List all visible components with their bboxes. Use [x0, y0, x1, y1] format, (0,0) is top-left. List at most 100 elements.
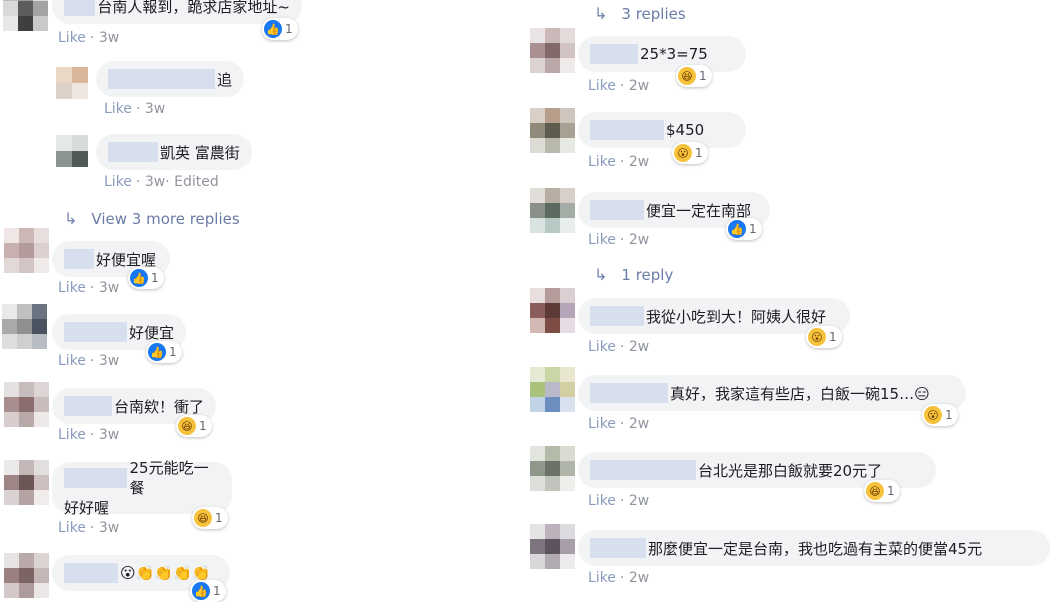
view-more-replies-link[interactable]: ↳ View 3 more replies [64, 209, 240, 228]
blurred-name [64, 396, 112, 416]
timestamp[interactable]: 3w [145, 101, 165, 117]
reaction-badge[interactable]: 👍 1 [726, 218, 762, 240]
like-link[interactable]: Like [58, 30, 86, 46]
blurred-name [590, 120, 664, 140]
like-link[interactable]: Like [58, 520, 86, 536]
blurred-name [590, 200, 644, 220]
reaction-count: 1 [695, 146, 703, 160]
haha-reaction-icon: 😆 [194, 509, 212, 527]
reply-bubble: 凱英 富農街 [96, 134, 252, 170]
more-replies-label: View 3 more replies [91, 209, 240, 228]
reaction-count: 1 [887, 484, 895, 498]
like-reaction-icon: 👍 [130, 269, 148, 287]
comment-meta: Like · 2w [588, 154, 650, 170]
comment-text-line1: 25元能吃一餐 [64, 458, 220, 498]
timestamp[interactable]: 3w [99, 427, 119, 443]
reply-arrow-icon: ↳ [594, 265, 608, 284]
reaction-badge[interactable]: 😆 1 [176, 415, 212, 437]
comment-bubble: 那麼便宜一定是台南，我也吃過有主菜的便當45元 [578, 530, 1050, 566]
timestamp[interactable]: 3w [99, 353, 119, 369]
like-link[interactable]: Like [58, 280, 86, 296]
reaction-badge[interactable]: 😆 1 [192, 507, 228, 529]
timestamp[interactable]: 2w [629, 339, 649, 355]
avatar[interactable] [530, 288, 575, 333]
like-link[interactable]: Like [104, 101, 132, 117]
avatar[interactable] [2, 304, 47, 349]
avatar[interactable] [4, 228, 49, 273]
reply-bubble: 追 [96, 61, 244, 97]
comment-text: 25*3=75 [640, 45, 708, 63]
blurred-name [590, 460, 696, 480]
blurred-name [64, 322, 127, 342]
reaction-count: 1 [169, 345, 177, 359]
avatar[interactable] [530, 446, 575, 491]
view-replies-link[interactable]: ↳ 1 reply [594, 265, 673, 284]
replies-label: 1 reply [621, 265, 674, 284]
like-link[interactable]: Like [588, 416, 616, 432]
reaction-badge[interactable]: 😆 1 [676, 65, 712, 87]
reaction-badge[interactable]: 😆 1 [864, 480, 900, 502]
timestamp[interactable]: 2w [629, 493, 649, 509]
blurred-name [64, 468, 128, 488]
left-comment-column: 台南人報到，跪求店家地址~ 👍 1 Like · 3w 追 Like · 3w 凱英… [0, 0, 520, 602]
comment-meta: Like · 3w [58, 427, 120, 443]
comment-meta: Like · 3w [58, 280, 120, 296]
avatar[interactable] [4, 553, 49, 598]
comment-text: 好便宜 [128, 323, 174, 342]
haha-reaction-icon: 😆 [678, 67, 696, 85]
avatar[interactable] [3, 0, 48, 31]
reaction-badge[interactable]: 👍 1 [262, 18, 298, 40]
comment-bubble: $450 [578, 112, 746, 148]
avatar[interactable] [530, 524, 575, 569]
avatar[interactable] [530, 188, 575, 233]
avatar[interactable] [4, 460, 49, 505]
timestamp[interactable]: 3w [145, 174, 165, 190]
comment-meta: Like · 3w [58, 30, 120, 46]
like-link[interactable]: Like [58, 353, 86, 369]
timestamp[interactable]: 3w [99, 30, 119, 46]
comment-bubble: 25*3=75 [578, 36, 746, 72]
comment-meta: Like · 3w [104, 101, 166, 117]
avatar[interactable] [530, 367, 575, 412]
comment-meta: Like · 2w [588, 416, 650, 432]
reaction-badge[interactable]: 👍 1 [128, 267, 164, 289]
timestamp[interactable]: 2w [629, 154, 649, 170]
timestamp[interactable]: 3w [99, 520, 119, 536]
reaction-count: 1 [151, 271, 159, 285]
reaction-badge[interactable]: 😮 1 [806, 326, 842, 348]
haha-reaction-icon: 😆 [178, 417, 196, 435]
comment-meta: Like · 2w [588, 339, 650, 355]
timestamp[interactable]: 2w [629, 570, 649, 586]
avatar[interactable] [530, 28, 575, 73]
timestamp[interactable]: 2w [629, 416, 649, 432]
comment-bubble: 真好，我家這有些店，白飯一碗15…😑 [578, 375, 966, 411]
timestamp[interactable]: 2w [629, 78, 649, 94]
reaction-count: 1 [829, 330, 837, 344]
reaction-badge[interactable]: 👍 1 [146, 341, 182, 363]
comment-meta: Like · 2w [588, 78, 650, 94]
like-link[interactable]: Like [104, 174, 132, 190]
like-link[interactable]: Like [588, 154, 616, 170]
haha-reaction-icon: 😆 [866, 482, 884, 500]
reaction-badge[interactable]: 😮 1 [922, 404, 958, 426]
like-link[interactable]: Like [588, 570, 616, 586]
timestamp[interactable]: 3w [99, 280, 119, 296]
like-link[interactable]: Like [588, 78, 616, 94]
view-replies-link[interactable]: ↳ 3 replies [594, 4, 686, 23]
blurred-name [64, 249, 94, 269]
avatar[interactable] [56, 67, 88, 99]
avatar[interactable] [56, 135, 88, 167]
like-link[interactable]: Like [58, 427, 86, 443]
like-link[interactable]: Like [588, 232, 616, 248]
like-link[interactable]: Like [588, 493, 616, 509]
wow-reaction-icon: 😮 [674, 144, 692, 162]
reaction-count: 1 [945, 408, 953, 422]
avatar[interactable] [4, 382, 49, 427]
timestamp[interactable]: 2w [629, 232, 649, 248]
comment-text: 台北光是那白飯就要20元了 [698, 461, 883, 480]
reaction-badge[interactable]: 😮 1 [672, 142, 708, 164]
avatar[interactable] [530, 108, 575, 153]
like-link[interactable]: Like [588, 339, 616, 355]
reaction-badge[interactable]: 👍 1 [190, 580, 226, 602]
reaction-count: 1 [215, 511, 223, 525]
